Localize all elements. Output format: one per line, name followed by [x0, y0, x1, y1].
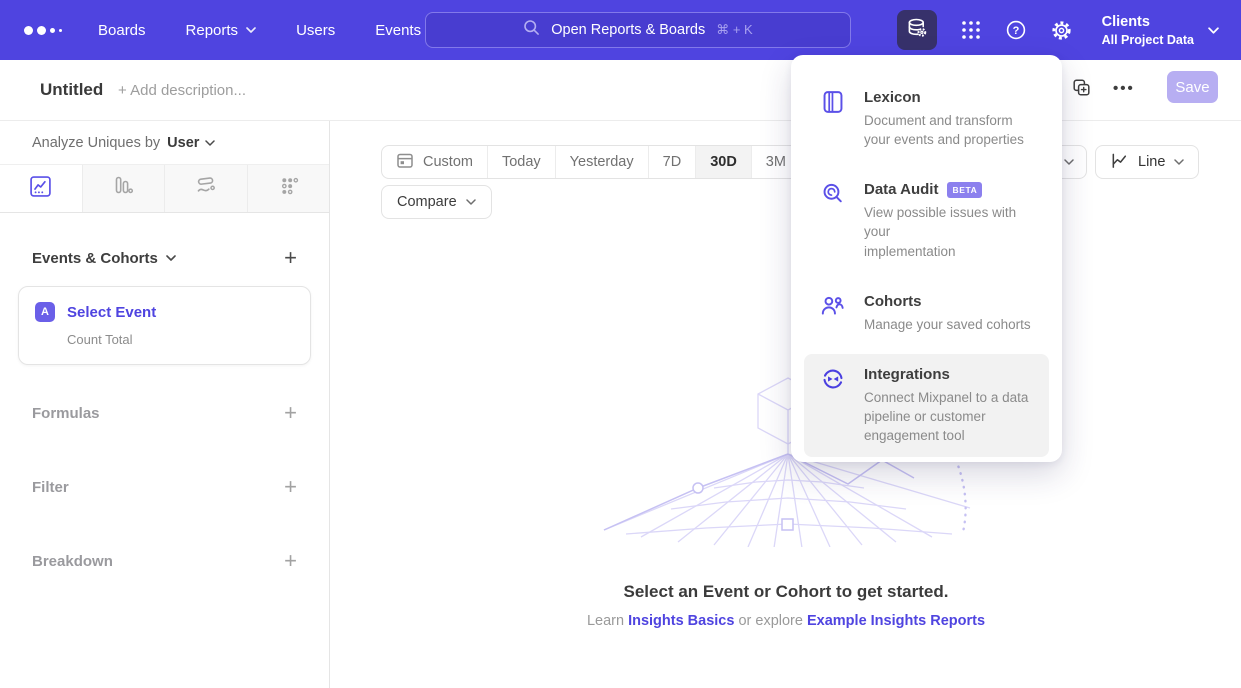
menu-item-cohorts[interactable]: Cohorts Manage your saved cohorts: [804, 281, 1049, 346]
empty-state-title: Select an Event or Cohort to get started…: [331, 582, 1241, 602]
cohorts-icon: [820, 293, 846, 334]
add-filter-button[interactable]: +: [284, 476, 297, 498]
menu-item-description: View possible issues with your implement…: [864, 203, 1033, 260]
line-chart-icon: [1110, 151, 1129, 174]
duplicate-report-button[interactable]: [1072, 78, 1091, 102]
nav-item-events[interactable]: Events: [375, 22, 421, 39]
chevron-down-icon[interactable]: [166, 255, 176, 261]
analyze-row: Analyze Uniques by User: [0, 121, 329, 165]
analyze-by-dropdown[interactable]: User: [167, 135, 215, 151]
nav-item-users[interactable]: Users: [296, 22, 335, 39]
line-chart-tab-icon: [29, 175, 52, 203]
analyze-label: Analyze Uniques by: [32, 135, 160, 151]
nav-item-reports[interactable]: Reports: [186, 22, 257, 39]
org-name: Clients: [1102, 14, 1194, 30]
more-options-button[interactable]: •••: [1113, 80, 1135, 97]
menu-item-title: Data Audit: [864, 181, 938, 198]
date-range-30d[interactable]: 30D: [696, 146, 752, 178]
bar-chart-tab-icon: [111, 174, 135, 203]
project-switcher[interactable]: Clients All Project Data: [1102, 14, 1219, 47]
tab-line-chart[interactable]: [0, 165, 83, 212]
select-event-button[interactable]: Select Event: [67, 304, 156, 321]
search-icon: [523, 19, 540, 41]
menu-item-description: Document and transform your events and p…: [864, 111, 1024, 149]
integrations-icon: [820, 366, 846, 445]
event-badge: A: [35, 302, 55, 322]
chevron-down-icon: [205, 140, 215, 146]
menu-item-data-audit[interactable]: Data Audit BETA View possible issues wit…: [804, 169, 1049, 272]
add-breakdown-button[interactable]: +: [284, 550, 297, 572]
menu-item-integrations[interactable]: Integrations Connect Mixpanel to a data …: [804, 354, 1049, 457]
date-range-7d[interactable]: 7D: [649, 146, 697, 178]
database-gear-icon: [905, 16, 929, 45]
mixpanel-logo-icon[interactable]: [24, 26, 62, 35]
event-card[interactable]: A Select Event Count Total: [18, 286, 311, 365]
event-aggregation[interactable]: Count Total: [67, 332, 294, 347]
report-description-placeholder[interactable]: + Add description...: [118, 82, 246, 99]
tab-bar-chart[interactable]: [83, 165, 166, 212]
menu-item-lexicon[interactable]: Lexicon Document and transform your even…: [804, 77, 1049, 161]
svg-text:?: ?: [1012, 25, 1019, 37]
menu-item-title: Cohorts: [864, 293, 922, 310]
menu-item-description: Connect Mixpanel to a data pipeline or c…: [864, 388, 1028, 445]
events-cohorts-heading: Events & Cohorts +: [32, 247, 297, 269]
insights-basics-link[interactable]: Insights Basics: [628, 613, 734, 629]
date-range-yesterday[interactable]: Yesterday: [556, 146, 649, 178]
date-range-today[interactable]: Today: [488, 146, 556, 178]
tab-metric-chart[interactable]: [248, 165, 330, 212]
chart-type-dropdown[interactable]: Line: [1095, 145, 1199, 179]
report-title[interactable]: Untitled: [40, 80, 103, 100]
chevron-down-icon: [1208, 27, 1219, 34]
filter-section: Filter +: [32, 476, 297, 498]
report-canvas: Custom Today Yesterday 7D 30D 3M 6M Comp…: [331, 121, 1241, 688]
date-range-control: Custom Today Yesterday 7D 30D 3M 6M: [381, 145, 850, 179]
add-event-button[interactable]: +: [284, 247, 297, 269]
empty-state-links: Learn Insights Basics or explore Example…: [331, 613, 1241, 629]
menu-item-title: Lexicon: [864, 89, 921, 106]
settings-gear-icon[interactable]: [1050, 19, 1073, 42]
lexicon-icon: [820, 89, 846, 149]
menu-item-title: Integrations: [864, 366, 950, 383]
global-search-input[interactable]: Open Reports & Boards ⌘ + K: [425, 12, 851, 48]
menu-item-description: Manage your saved cohorts: [864, 315, 1031, 334]
app-window: Boards Reports Users Events Open Reports…: [0, 0, 1241, 688]
date-range-custom[interactable]: Custom: [382, 146, 488, 178]
nav-right-cluster: ? Clients All Project Data: [897, 0, 1241, 60]
search-placeholder: Open Reports & Boards: [551, 22, 705, 38]
data-audit-icon: [820, 181, 846, 260]
apps-grid-icon[interactable]: [960, 19, 982, 41]
help-icon[interactable]: ?: [1005, 19, 1027, 41]
nav-links: Boards Reports Users Events: [98, 22, 421, 39]
chevron-down-icon: [1064, 159, 1074, 165]
data-management-menu: Lexicon Document and transform your even…: [791, 55, 1062, 462]
query-sidebar: Analyze Uniques by User: [0, 121, 330, 688]
tab-flows-chart[interactable]: [165, 165, 248, 212]
project-name: All Project Data: [1102, 33, 1194, 47]
data-management-button[interactable]: [897, 10, 937, 50]
nav-item-boards[interactable]: Boards: [98, 22, 146, 39]
add-formula-button[interactable]: +: [284, 402, 297, 424]
example-insights-reports-link[interactable]: Example Insights Reports: [807, 613, 985, 629]
calendar-icon: [396, 151, 414, 173]
formulas-section: Formulas +: [32, 402, 297, 424]
chevron-down-icon: [246, 27, 256, 33]
chart-type-tabs: [0, 165, 329, 213]
chevron-down-icon: [466, 199, 476, 205]
beta-badge: BETA: [947, 182, 982, 198]
top-navigation: Boards Reports Users Events Open Reports…: [0, 0, 1241, 60]
chevron-down-icon: [1174, 159, 1184, 165]
search-shortcut: ⌘ + K: [716, 22, 753, 38]
breakdown-section: Breakdown +: [32, 550, 297, 572]
compare-dropdown[interactable]: Compare: [381, 185, 492, 219]
metric-tab-icon: [277, 175, 300, 203]
save-button[interactable]: Save: [1167, 71, 1218, 103]
flows-tab-icon: [194, 174, 218, 203]
